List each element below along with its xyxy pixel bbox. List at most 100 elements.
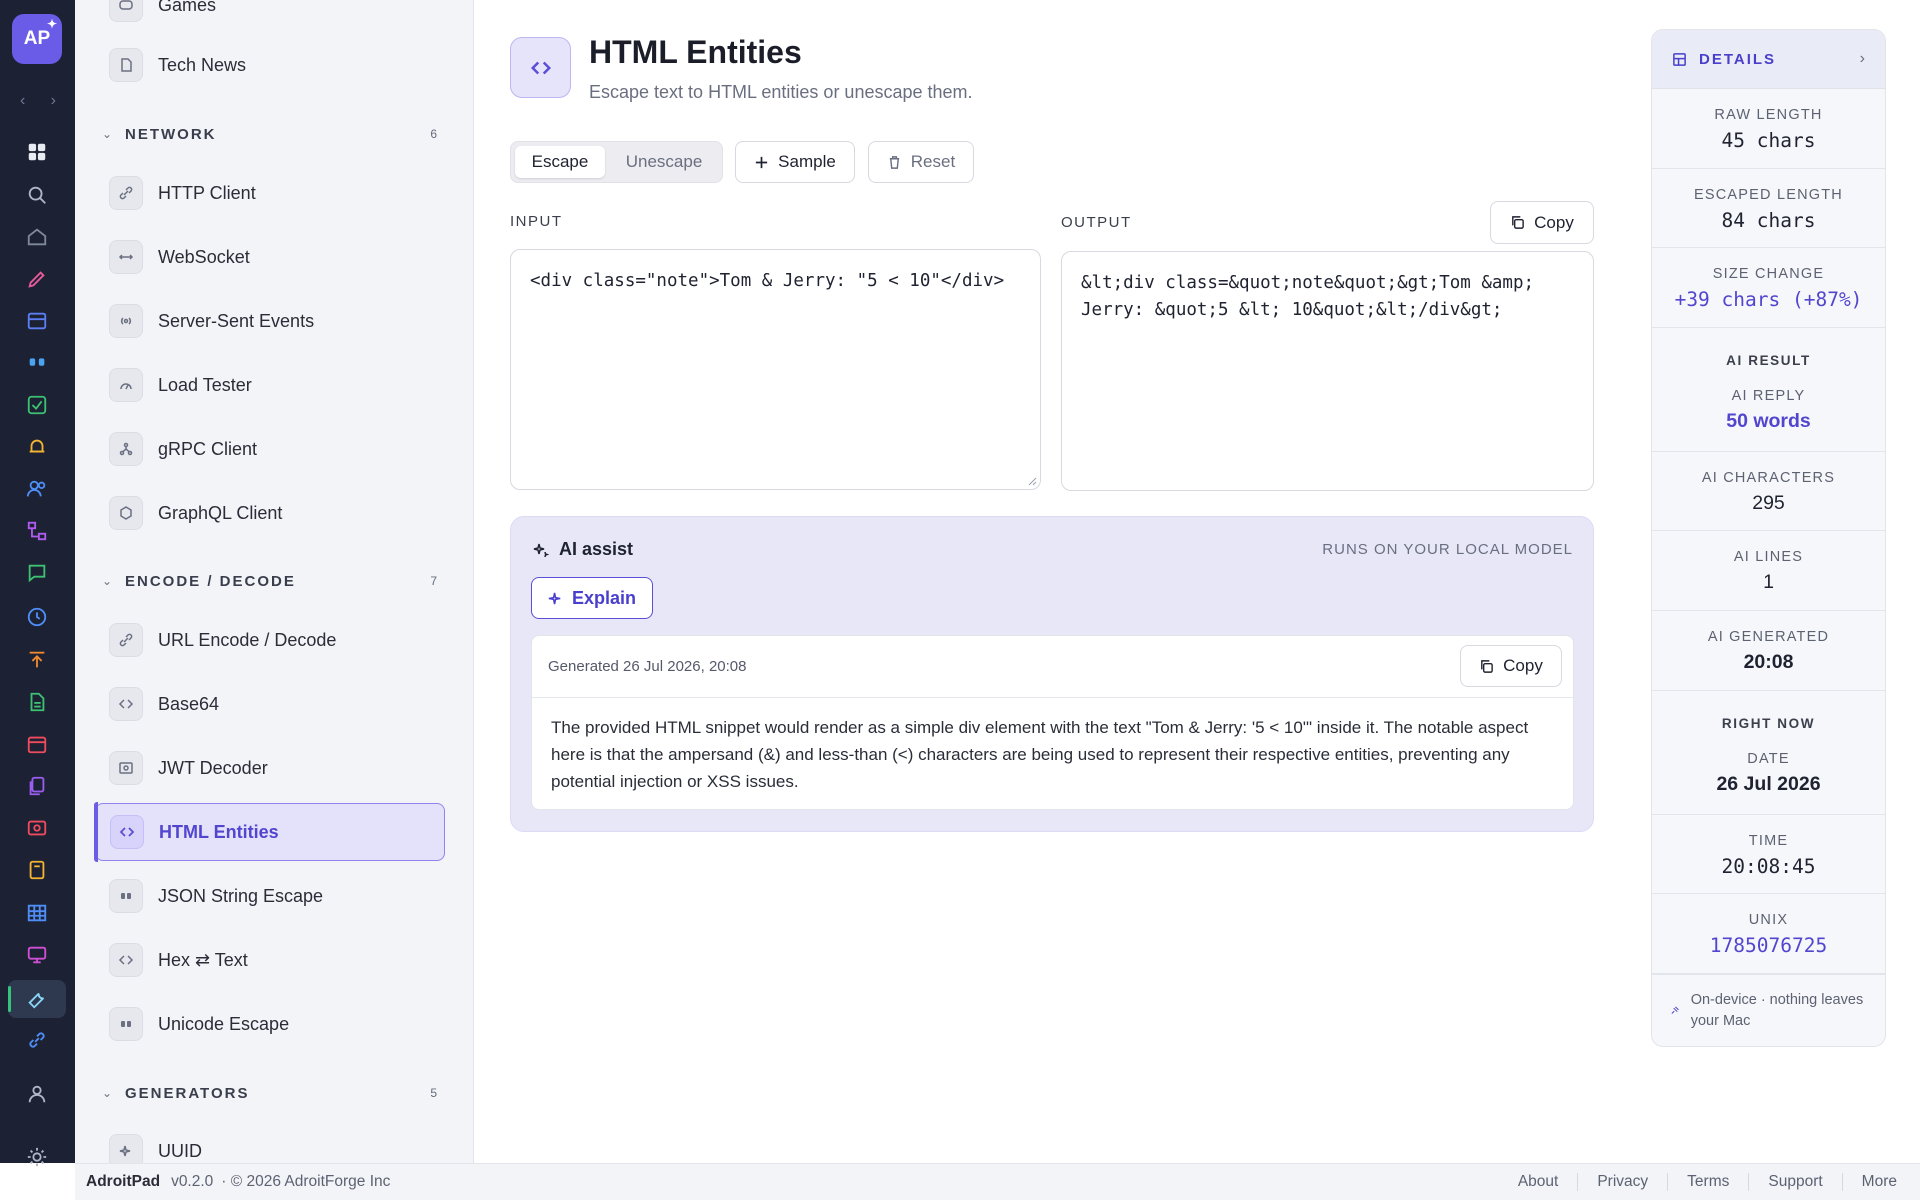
history-nav: ‹ › [20, 92, 56, 112]
section-encode-decode[interactable]: ⌄ ENCODE / DECODE 7 [95, 569, 445, 593]
sidebar-item-unicode-escape[interactable]: Unicode Escape [95, 995, 445, 1053]
escape-tab[interactable]: Escape [515, 146, 605, 178]
footer-link-support[interactable]: Support [1749, 1173, 1841, 1191]
stat-label: UNIX [1748, 912, 1789, 929]
ai-copy-button[interactable]: Copy [1460, 645, 1562, 687]
sidebar-item-label: Unicode Escape [158, 1013, 290, 1034]
calendar-icon[interactable] [22, 729, 52, 759]
stat-raw-length: RAW LENGTH 45 chars [1652, 89, 1885, 169]
inbox-icon[interactable] [22, 306, 52, 336]
dashboard-icon[interactable] [22, 137, 52, 167]
sidebar-item-hex-text[interactable]: Hex ⇄ Text [95, 931, 445, 989]
code-icon [510, 37, 571, 98]
input-textarea[interactable]: <div class="note">Tom & Jerry: "5 < 10"<… [510, 249, 1041, 490]
link-icon[interactable] [22, 1025, 52, 1055]
stat-value: 295 [1752, 491, 1785, 514]
app-rail: AP ✦ ‹ › [0, 0, 75, 1167]
stat-size-change: SIZE CHANGE +39 chars (+87%) [1652, 248, 1885, 328]
sidebar-item-load-tester[interactable]: Load Tester [95, 356, 445, 414]
sidebar-item-json-string-escape[interactable]: JSON String Escape [95, 867, 445, 925]
pin-icon [1671, 1006, 1679, 1014]
quote-icon[interactable] [22, 348, 52, 378]
sidebar-item-grpc-client[interactable]: gRPC Client [95, 420, 445, 478]
output-textarea[interactable]: &lt;div class=&quot;note&quot;&gt;Tom &a… [1061, 251, 1594, 491]
sidebar-item-uuid[interactable]: UUID [95, 1122, 445, 1163]
footer-link-about[interactable]: About [1499, 1173, 1578, 1191]
stat-label: AI CHARACTERS [1701, 469, 1836, 486]
stat-value: 84 chars [1721, 208, 1816, 232]
sample-button[interactable]: Sample [735, 141, 855, 183]
reset-button[interactable]: Reset [868, 141, 974, 183]
home-icon[interactable] [22, 222, 52, 252]
sidebar-item-label: HTML Entities [159, 821, 279, 842]
sidebar-item-websocket[interactable]: WebSocket [95, 228, 445, 286]
clock-icon[interactable] [22, 602, 52, 632]
details-header[interactable]: DETAILS › [1652, 30, 1885, 89]
sidebar-item-server-sent-events[interactable]: Server-Sent Events [95, 292, 445, 350]
footer-version: v0.2.0 [171, 1173, 214, 1190]
notebook-icon[interactable] [22, 855, 52, 885]
stat-label: DATE [1747, 750, 1790, 767]
sidebar-item-label: Base64 [158, 693, 220, 714]
ai-runs-note: RUNS ON YOUR LOCAL MODEL [1322, 541, 1573, 558]
newspaper-icon [109, 48, 143, 82]
footer-link-privacy[interactable]: Privacy [1578, 1173, 1667, 1191]
section-title: GENERATORS [125, 1084, 250, 1102]
checkbox-icon[interactable] [22, 390, 52, 420]
explain-button[interactable]: Explain [531, 577, 653, 619]
stat-label: TIME [1748, 832, 1789, 849]
main-content: HTML Entities Escape text to HTML entiti… [474, 0, 1644, 1163]
logo-text: AP [23, 28, 51, 49]
section-title: ENCODE / DECODE [125, 572, 296, 590]
sidebar-item-base64[interactable]: Base64 [95, 675, 445, 733]
link-icon [109, 176, 143, 210]
forward-icon[interactable]: › [51, 92, 56, 112]
sidebar-item-html-entities[interactable]: HTML Entities [94, 802, 445, 862]
presentation-icon[interactable] [22, 940, 52, 970]
stat-ai-characters: AI CHARACTERS 295 [1652, 452, 1885, 532]
sidebar-item-label: JSON String Escape [158, 885, 324, 906]
search-icon[interactable] [22, 180, 52, 210]
upload-icon[interactable] [22, 645, 52, 675]
document-icon[interactable] [22, 687, 52, 717]
stat-unix: UNIX 1785076725 [1652, 894, 1885, 974]
resize-handle-icon[interactable] [1027, 476, 1037, 486]
footer-link-terms[interactable]: Terms [1668, 1173, 1748, 1191]
stat-label: SIZE CHANGE [1712, 266, 1825, 283]
chevron-down-icon: ⌄ [101, 127, 113, 141]
back-icon[interactable]: ‹ [20, 92, 25, 112]
pencil-icon[interactable] [22, 264, 52, 294]
sidebar-item-url-encode[interactable]: URL Encode / Decode [95, 611, 445, 669]
chevron-right-icon[interactable]: › [1860, 50, 1865, 68]
workflow-icon[interactable] [22, 516, 52, 546]
sidebar-item-jwt-decoder[interactable]: JWT Decoder [95, 739, 445, 797]
sparkle-icon [109, 1134, 143, 1163]
users-icon[interactable] [22, 474, 52, 504]
copy-doc-icon[interactable] [22, 771, 52, 801]
sidebar-item-graphql-client[interactable]: GraphQL Client [95, 484, 445, 542]
section-network[interactable]: ⌄ NETWORK 6 [95, 122, 445, 146]
copy-icon [1481, 659, 1493, 673]
unescape-tab[interactable]: Unescape [609, 146, 719, 178]
bell-icon[interactable] [22, 432, 52, 462]
footer-link-more[interactable]: More [1843, 1173, 1916, 1191]
sidebar-item-http-client[interactable]: HTTP Client [95, 164, 445, 222]
id-card-icon[interactable] [22, 813, 52, 843]
sidebar-item-tech-news[interactable]: Tech News [95, 36, 445, 94]
chat-icon[interactable] [22, 558, 52, 588]
settings-icon[interactable] [22, 1142, 52, 1172]
gamepad-icon [109, 0, 143, 22]
account-icon[interactable] [22, 1079, 52, 1109]
app-logo[interactable]: AP ✦ [12, 14, 62, 64]
stat-ai-generated: AI GENERATED 20:08 [1652, 611, 1885, 691]
section-generators[interactable]: ⌄ GENERATORS 5 [95, 1081, 445, 1105]
link-icon [109, 623, 143, 657]
page-subtitle: Escape text to HTML entities or unescape… [589, 82, 973, 102]
explain-label: Explain [571, 587, 637, 608]
ai-assist-panel: AI assist RUNS ON YOUR LOCAL MODEL Expla… [510, 516, 1594, 832]
sidebar-item-games[interactable]: Games [95, 0, 445, 34]
details-panel: DETAILS › RAW LENGTH 45 chars ESCAPED LEN… [1651, 29, 1886, 1047]
table-icon[interactable] [22, 898, 52, 928]
output-copy-button[interactable]: Copy [1490, 201, 1594, 244]
wrench-icon[interactable] [22, 984, 52, 1014]
